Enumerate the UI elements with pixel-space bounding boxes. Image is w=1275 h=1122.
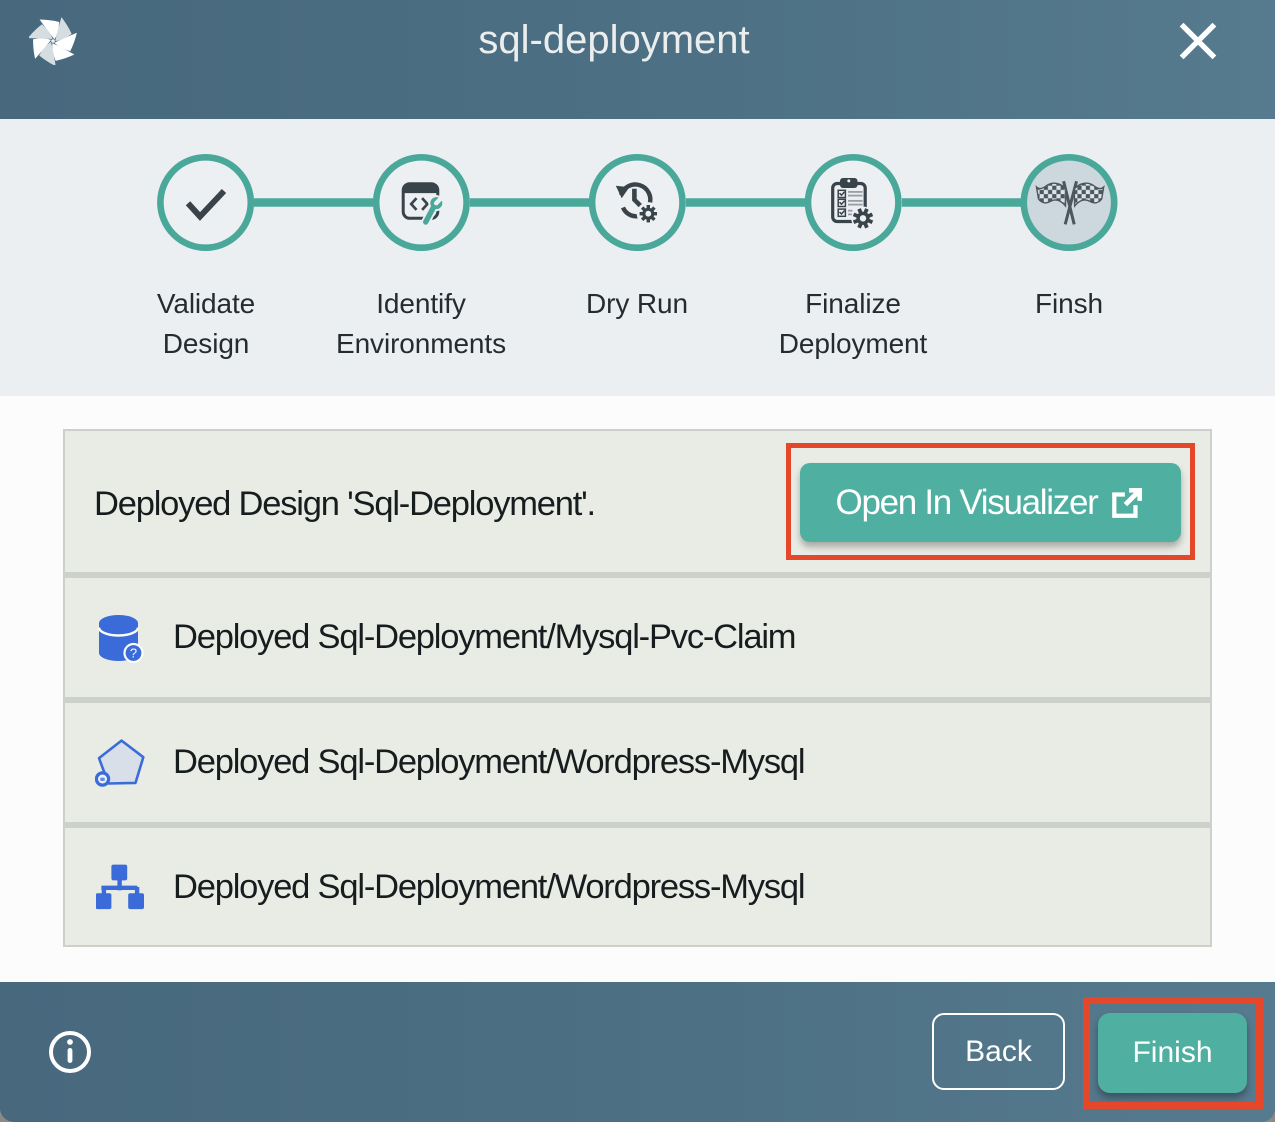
- svg-text:?: ?: [130, 646, 137, 661]
